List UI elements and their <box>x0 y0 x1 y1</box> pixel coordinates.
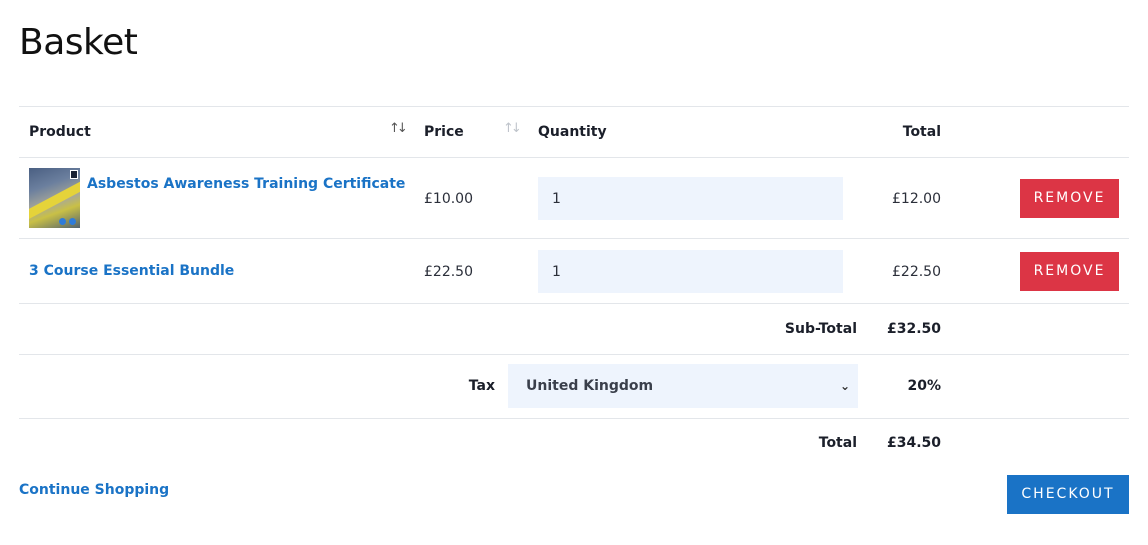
quantity-input[interactable] <box>538 177 843 220</box>
tax-label: Tax <box>468 378 495 394</box>
column-header-product[interactable]: Product <box>29 124 91 140</box>
basket-table: Product ↑↓ Price ↑↓ Quantity Total Asbes… <box>19 106 1129 467</box>
item-price: £22.50 <box>424 264 473 280</box>
subtotal-row: Sub-Total £32.50 <box>19 304 1129 355</box>
total-row: Total £34.50 <box>19 419 1129 467</box>
column-header-total: Total <box>902 124 941 140</box>
item-total: £22.50 <box>892 264 941 280</box>
table-row: 3 Course Essential Bundle £22.50 £22.50 … <box>19 239 1129 304</box>
table-row: Asbestos Awareness Training Certificate … <box>19 158 1129 239</box>
tax-country-select[interactable]: United Kingdom ⌄ <box>508 364 858 408</box>
total-label: Total <box>818 435 857 451</box>
column-header-quantity: Quantity <box>538 124 607 140</box>
remove-button[interactable]: REMOVE <box>1020 252 1119 291</box>
checkout-button[interactable]: CHECKOUT <box>1007 475 1129 514</box>
sort-icon[interactable]: ↑↓ <box>389 121 408 136</box>
tax-rate: 20% <box>907 378 941 394</box>
chevron-down-icon[interactable]: ⌄ <box>840 364 850 408</box>
product-link[interactable]: 3 Course Essential Bundle <box>29 263 234 279</box>
tax-country-value: United Kingdom <box>526 378 654 394</box>
remove-button[interactable]: REMOVE <box>1020 179 1119 218</box>
total-value: £34.50 <box>886 435 941 451</box>
column-header-price[interactable]: Price <box>424 124 464 140</box>
sort-icon[interactable]: ↑↓ <box>503 121 522 136</box>
table-header-row: Product ↑↓ Price ↑↓ Quantity Total <box>19 107 1129 158</box>
subtotal-value: £32.50 <box>886 321 941 337</box>
page-title: Basket <box>19 22 138 63</box>
quantity-input[interactable] <box>538 250 843 293</box>
product-link[interactable]: Asbestos Awareness Training Certificate <box>87 176 405 192</box>
product-thumbnail[interactable] <box>29 168 80 228</box>
subtotal-label: Sub-Total <box>784 321 857 337</box>
tax-row: Tax United Kingdom ⌄ 20% <box>19 355 1129 419</box>
continue-shopping-link[interactable]: Continue Shopping <box>19 482 169 498</box>
item-price: £10.00 <box>424 191 473 207</box>
item-total: £12.00 <box>892 191 941 207</box>
